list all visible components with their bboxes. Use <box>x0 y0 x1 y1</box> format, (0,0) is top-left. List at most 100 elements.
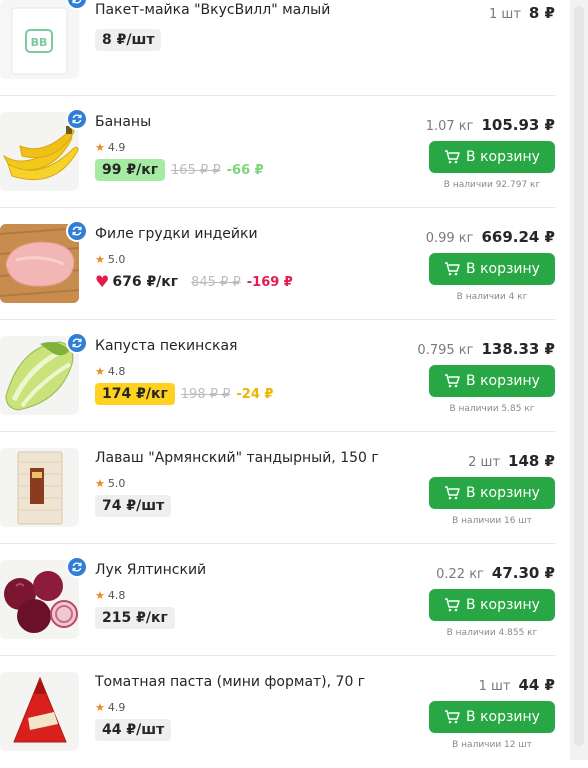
star-icon: ★ <box>95 365 105 378</box>
product-name[interactable]: Филе грудки индейки <box>95 226 258 242</box>
product-image-bag[interactable]: BB <box>0 0 79 79</box>
quantity-line: 2 шт 148 ₽ <box>468 452 555 470</box>
line-total: 47.30 ₽ <box>491 564 555 582</box>
line-total: 669.24 ₽ <box>481 228 555 246</box>
star-icon: ★ <box>95 253 105 266</box>
line-total: 105.93 ₽ <box>481 116 555 134</box>
old-price: 845 ₽ ₽ <box>191 274 241 290</box>
star-icon: ★ <box>95 477 105 490</box>
star-icon: ★ <box>95 589 105 602</box>
price-line: 215 ₽/кг <box>95 606 175 630</box>
stock-info: В наличии 4.855 кг <box>446 628 538 638</box>
quantity-line: 0.795 кг 138.33 ₽ <box>417 340 555 358</box>
add-to-cart-label: В корзину <box>466 485 540 501</box>
list-item-tomato-paste[interactable]: Томатная паста (мини формат), 70 г ★ 4.9 … <box>0 656 555 768</box>
rating-value: 4.9 <box>107 141 126 154</box>
add-to-cart-label: В корзину <box>466 597 540 613</box>
stock-info: В наличии 4 кг <box>456 292 528 302</box>
add-to-cart-label: В корзину <box>466 261 540 277</box>
add-to-cart-button[interactable]: В корзину <box>429 701 555 733</box>
quantity-line: 0.99 кг 669.24 ₽ <box>426 228 555 246</box>
price-tag: 676 ₽/кг <box>112 274 179 290</box>
quantity: 1.07 кг <box>425 119 474 134</box>
product-name[interactable]: Бананы <box>95 114 151 130</box>
add-to-cart-button[interactable]: В корзину <box>429 253 555 285</box>
stock-info: В наличии 12 шт <box>452 740 532 750</box>
rating-value: 4.9 <box>107 701 126 714</box>
price-line: ♥ 676 ₽/кг 845 ₽ ₽ -169 ₽ <box>95 270 293 294</box>
list-item-lavash[interactable]: Лаваш "Армянский" тандырный, 150 г ★ 5.0 … <box>0 432 555 544</box>
line-total: 148 ₽ <box>508 452 555 470</box>
rating-value: 5.0 <box>107 253 126 266</box>
rating: ★ 4.8 <box>95 589 125 602</box>
discount: -169 ₽ <box>246 274 293 290</box>
rating-value: 5.0 <box>107 477 126 490</box>
scrollbar-thumb[interactable] <box>574 6 584 746</box>
refresh-icon <box>66 556 88 578</box>
quantity: 2 шт <box>468 455 501 470</box>
discount: -66 ₽ <box>226 162 264 178</box>
product-image-lavash[interactable] <box>0 448 79 527</box>
add-to-cart-button[interactable]: В корзину <box>429 477 555 509</box>
rating: ★ 4.8 <box>95 365 125 378</box>
product-name[interactable]: Лук Ялтинский <box>95 562 206 578</box>
old-price: 198 ₽ ₽ <box>180 386 231 402</box>
price-tag: 44 ₽/шт <box>95 719 172 741</box>
add-to-cart-button[interactable]: В корзину <box>429 141 555 173</box>
line-total: 8 ₽ <box>528 4 555 22</box>
svg-text:BB: BB <box>31 36 48 49</box>
product-name[interactable]: Капуста пекинская <box>95 338 237 354</box>
stock-info: В наличии 16 шт <box>452 516 532 526</box>
stock-info: В наличии 92.797 кг <box>443 180 541 190</box>
product-name[interactable]: Томатная паста (мини формат), 70 г <box>95 674 365 690</box>
list-item-onion[interactable]: Лук Ялтинский ★ 4.8 215 ₽/кг 0.22 кг 47.3… <box>0 544 555 656</box>
list-item-bananas[interactable]: Бананы ★ 4.9 99 ₽/кг 165 ₽ ₽ -66 ₽ 1.07 к… <box>0 96 555 208</box>
stock-info: В наличии 5.85 кг <box>449 404 535 414</box>
quantity-line: 1 шт 8 ₽ <box>489 4 555 22</box>
quantity-line: 1 шт 44 ₽ <box>479 676 555 694</box>
rating: ★ 5.0 <box>95 253 125 266</box>
quantity-line: 1.07 кг 105.93 ₽ <box>426 116 555 134</box>
add-to-cart-button[interactable]: В корзину <box>429 365 555 397</box>
cart-product-list: BB Пакет-майка "ВкусВилл" малый 8 ₽/шт 1… <box>0 0 570 760</box>
discount: -24 ₽ <box>236 386 274 402</box>
product-name[interactable]: Пакет-майка "ВкусВилл" малый <box>95 2 330 18</box>
rating-value: 4.8 <box>107 589 126 602</box>
quantity: 0.99 кг <box>425 231 474 246</box>
add-to-cart-label: В корзину <box>466 709 540 725</box>
refresh-icon <box>66 108 88 130</box>
star-icon: ★ <box>95 701 105 714</box>
cart-icon <box>445 262 460 276</box>
quantity: 0.22 кг <box>436 567 484 582</box>
rating: ★ 4.9 <box>95 701 125 714</box>
cart-icon <box>445 710 460 724</box>
refresh-icon <box>66 332 88 354</box>
heart-icon: ♥ <box>95 272 110 291</box>
price-line: 174 ₽/кг 198 ₽ ₽ -24 ₽ <box>95 382 273 406</box>
old-price: 165 ₽ ₽ <box>171 162 221 178</box>
rating: ★ 5.0 <box>95 477 125 490</box>
scrollbar[interactable] <box>570 0 588 760</box>
quantity: 0.795 кг <box>417 343 474 358</box>
price-line: 44 ₽/шт <box>95 718 172 742</box>
cart-icon <box>445 150 460 164</box>
rating-value: 4.8 <box>107 365 126 378</box>
product-image-tomato-paste[interactable] <box>0 672 79 751</box>
line-total: 138.33 ₽ <box>481 340 555 358</box>
list-item-cabbage[interactable]: Капуста пекинская ★ 4.8 174 ₽/кг 198 ₽ ₽ … <box>0 320 555 432</box>
quantity: 1 шт <box>489 7 521 22</box>
quantity: 1 шт <box>478 679 511 694</box>
price-tag: 174 ₽/кг <box>95 383 175 405</box>
price-tag: 74 ₽/шт <box>95 495 172 517</box>
product-name[interactable]: Лаваш "Армянский" тандырный, 150 г <box>95 450 379 466</box>
add-to-cart-label: В корзину <box>466 149 540 165</box>
price-tag: 99 ₽/кг <box>95 159 166 181</box>
price-line: 8 ₽/шт <box>95 28 162 52</box>
cart-icon <box>445 486 460 500</box>
add-to-cart-button[interactable]: В корзину <box>429 589 555 621</box>
add-to-cart-label: В корзину <box>466 373 540 389</box>
list-item-turkey[interactable]: Филе грудки индейки ★ 5.0 ♥ 676 ₽/кг 845 … <box>0 208 555 320</box>
list-item-bag[interactable]: BB Пакет-майка "ВкусВилл" малый 8 ₽/шт 1… <box>0 0 555 96</box>
rating: ★ 4.9 <box>95 141 125 154</box>
cart-icon <box>445 598 460 612</box>
